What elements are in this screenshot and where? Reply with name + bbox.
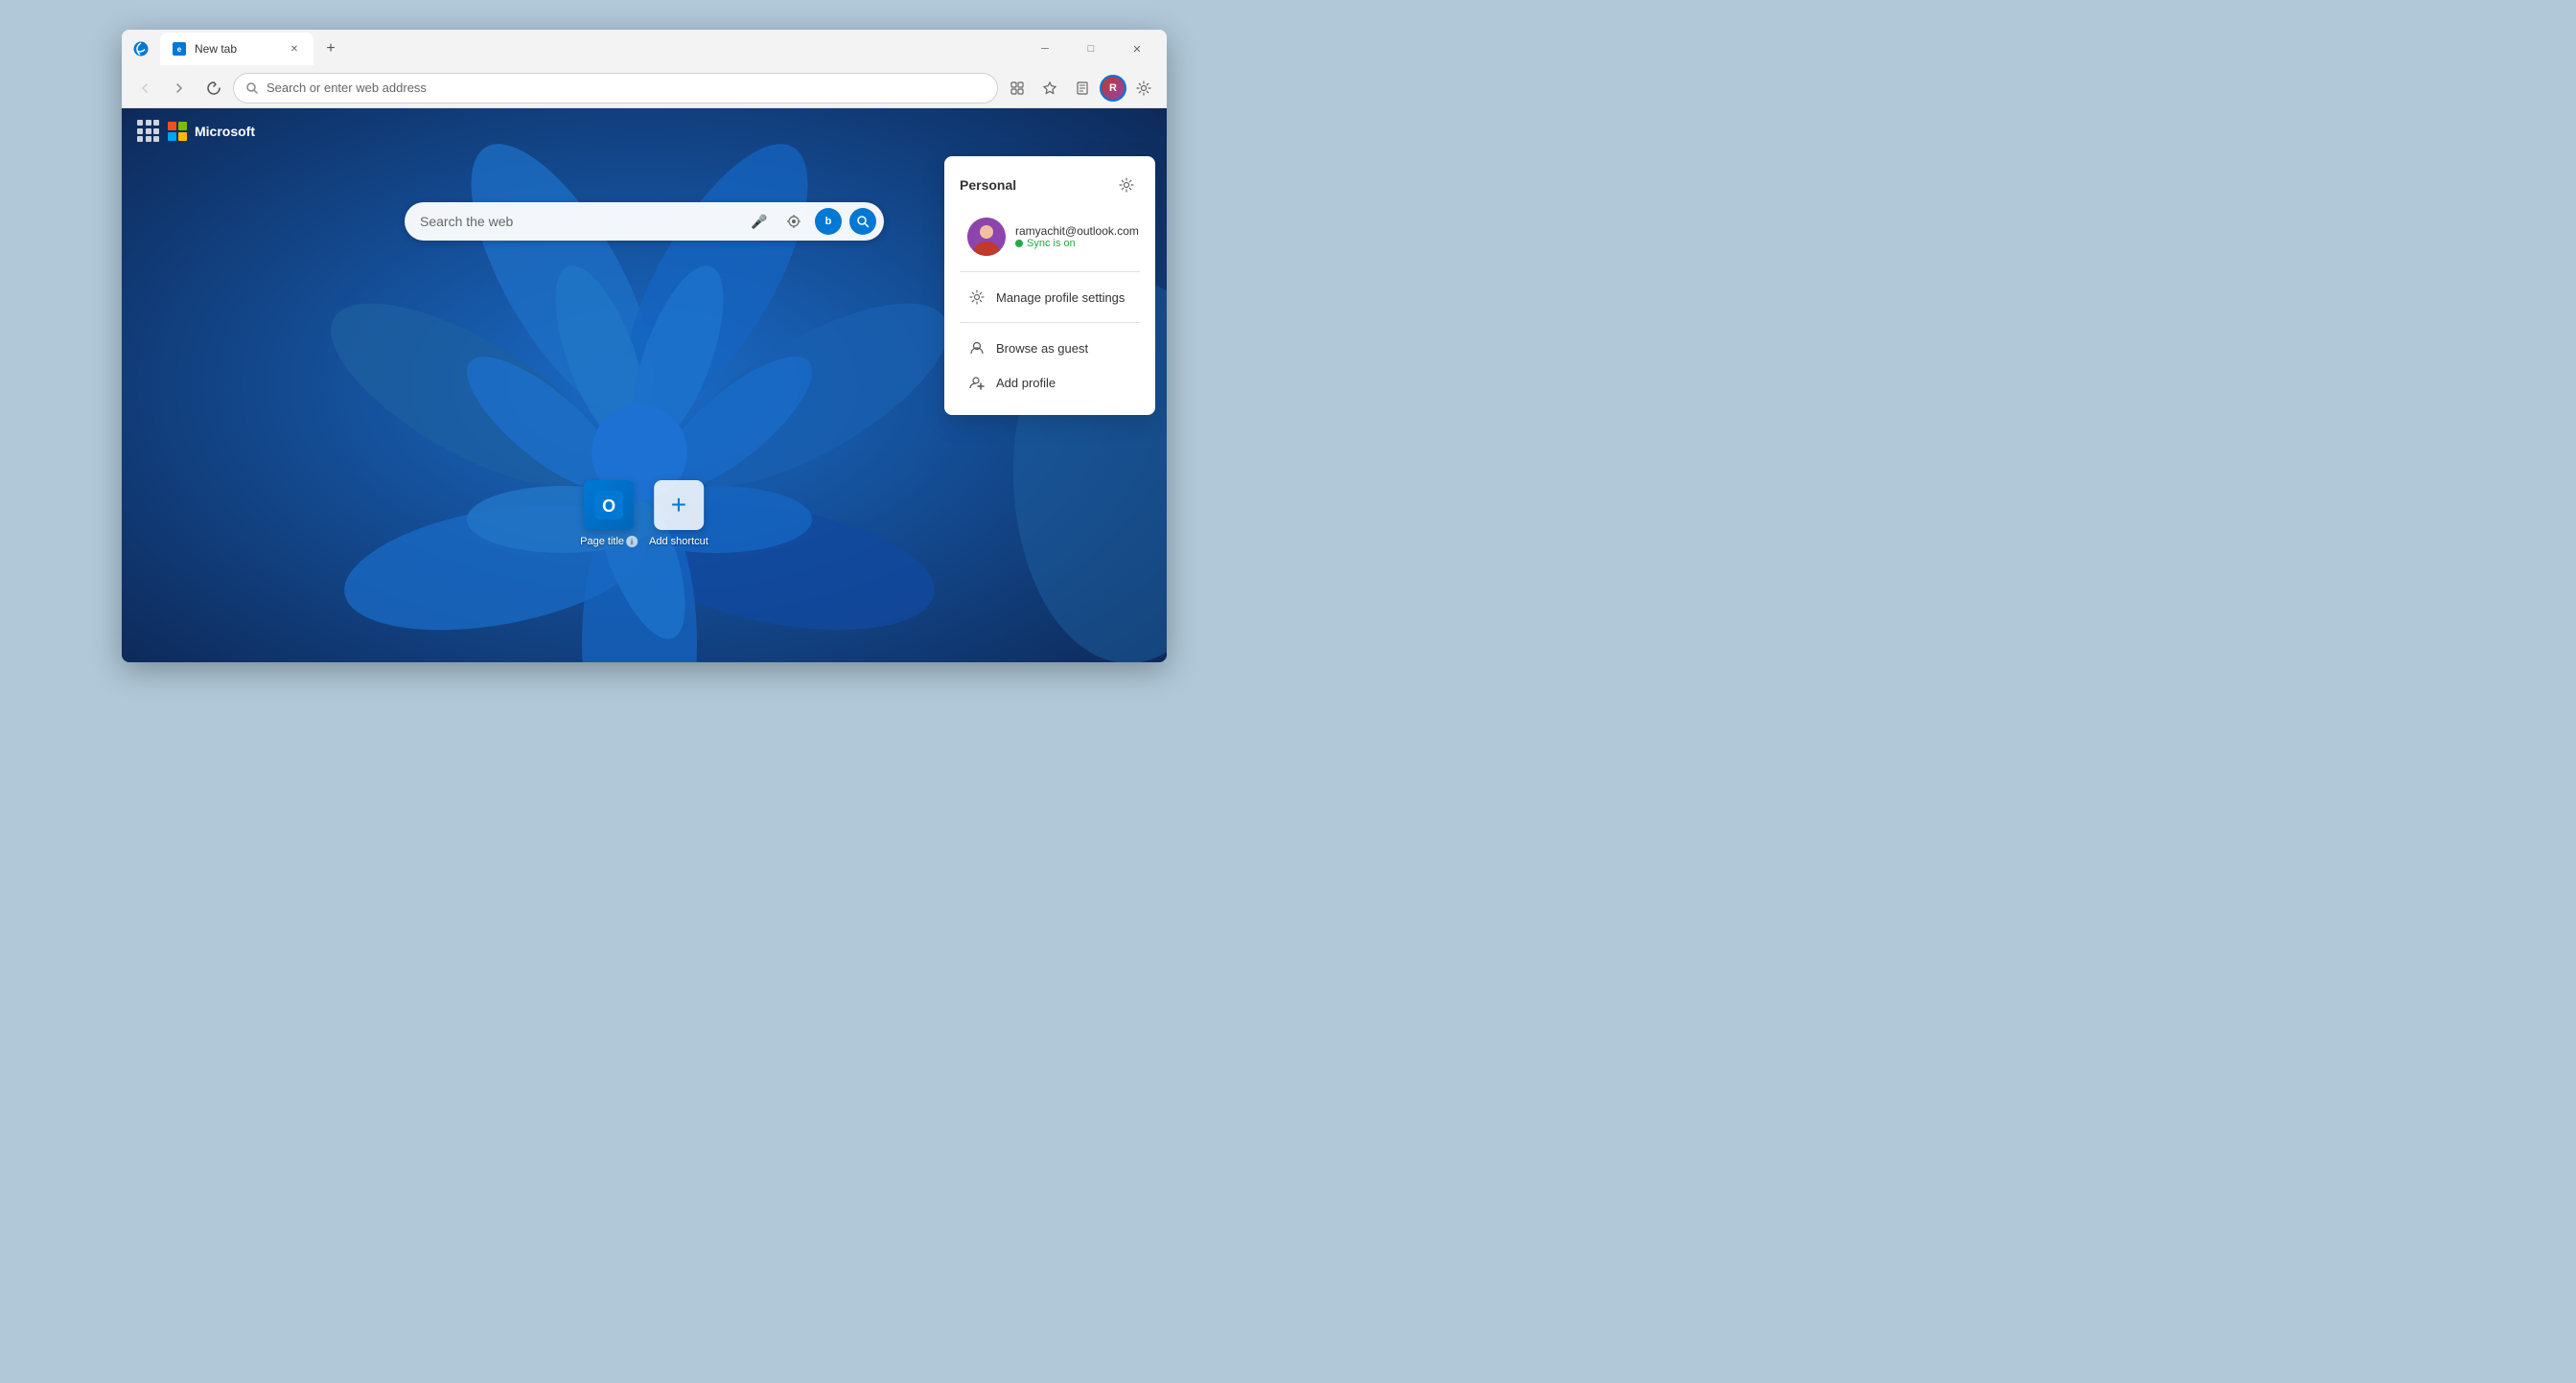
new-tab-topbar: Microsoft (122, 108, 1167, 154)
dropdown-divider-2 (960, 322, 1140, 323)
browse-guest-label: Browse as guest (996, 341, 1088, 356)
minimize-button[interactable]: ─ (1023, 34, 1067, 64)
close-button[interactable]: ✕ (1115, 34, 1159, 64)
search-box-container: Search the web 🎤 b (405, 202, 884, 241)
profile-account-item[interactable]: ramyachit@outlook.com Sync is on (960, 210, 1140, 264)
toolbar: Search or enter web address R (122, 68, 1167, 108)
add-shortcut-icon: + (654, 480, 704, 530)
grid-menu-button[interactable] (137, 120, 160, 143)
extensions-button[interactable] (1002, 73, 1033, 104)
refresh-button[interactable] (198, 73, 229, 104)
profile-avatar (967, 218, 1006, 256)
microsoft-text: Microsoft (195, 124, 255, 139)
svg-text:e: e (177, 45, 182, 54)
tab-title: New tab (195, 42, 279, 56)
collections-button[interactable] (1067, 73, 1098, 104)
manage-profile-item[interactable]: Manage profile settings (960, 280, 1140, 314)
window-controls: ─ □ ✕ (1023, 34, 1159, 64)
browser-window: e New tab ✕ + ─ □ ✕ Se (122, 30, 1167, 662)
browser-content: Microsoft Search the web 🎤 b (122, 108, 1167, 662)
outlook-icon: O (584, 480, 634, 530)
search-go-button[interactable] (849, 208, 876, 235)
profile-email: ramyachit@outlook.com (1015, 224, 1139, 238)
profile-settings-button[interactable] (1113, 172, 1140, 198)
favorites-button[interactable] (1034, 73, 1065, 104)
add-profile-icon (967, 373, 986, 392)
new-tab-button[interactable]: + (317, 35, 344, 62)
manage-profile-label: Manage profile settings (996, 290, 1125, 305)
shortcuts-area: O Page title i + Add shortcut (580, 480, 708, 547)
browse-guest-icon (967, 338, 986, 357)
sync-label: Sync is on (1027, 238, 1076, 249)
active-tab[interactable]: e New tab ✕ (160, 33, 313, 65)
svg-text:O: O (602, 496, 615, 516)
new-tab-page: Microsoft Search the web 🎤 b (122, 108, 1167, 662)
add-shortcut-label: Add shortcut (649, 536, 708, 547)
settings-button[interactable] (1128, 73, 1159, 104)
browse-guest-item[interactable]: Browse as guest (960, 331, 1140, 365)
search-icon (245, 81, 259, 95)
title-bar: e New tab ✕ + ─ □ ✕ (122, 30, 1167, 68)
maximize-button[interactable]: □ (1069, 34, 1113, 64)
forward-button[interactable] (164, 73, 195, 104)
profile-title: Personal (960, 177, 1016, 193)
search-box[interactable]: Search the web 🎤 b (405, 202, 884, 241)
toolbar-actions: R (1002, 73, 1159, 104)
bing-search-button[interactable]: b (815, 208, 842, 235)
profile-dropdown: Personal ramyachit@outlook.com (944, 156, 1155, 415)
voice-search-button[interactable]: 🎤 (746, 208, 773, 235)
manage-profile-icon (967, 288, 986, 307)
add-profile-item[interactable]: Add profile (960, 365, 1140, 400)
visual-search-button[interactable] (780, 208, 807, 235)
profile-info: ramyachit@outlook.com Sync is on (1015, 224, 1139, 249)
shortcut-page-title[interactable]: O Page title i (580, 480, 638, 547)
address-bar[interactable]: Search or enter web address (233, 73, 998, 104)
tab-favicon: e (172, 41, 187, 57)
sync-status: Sync is on (1015, 238, 1139, 249)
tab-close-button[interactable]: ✕ (287, 41, 302, 57)
address-text: Search or enter web address (267, 81, 986, 95)
add-profile-label: Add profile (996, 376, 1056, 390)
info-icon[interactable]: i (626, 536, 638, 547)
search-placeholder-text: Search the web (420, 214, 738, 229)
profile-dropdown-header: Personal (960, 172, 1140, 198)
back-button[interactable] (129, 73, 160, 104)
shortcut-page-title-label: Page title i (580, 536, 638, 547)
sync-dot (1015, 240, 1023, 247)
dropdown-divider-1 (960, 271, 1140, 272)
edge-icon (129, 37, 152, 60)
shortcut-add[interactable]: + Add shortcut (649, 480, 708, 547)
profile-button[interactable]: R (1100, 75, 1126, 102)
microsoft-logo[interactable]: Microsoft (168, 122, 255, 141)
